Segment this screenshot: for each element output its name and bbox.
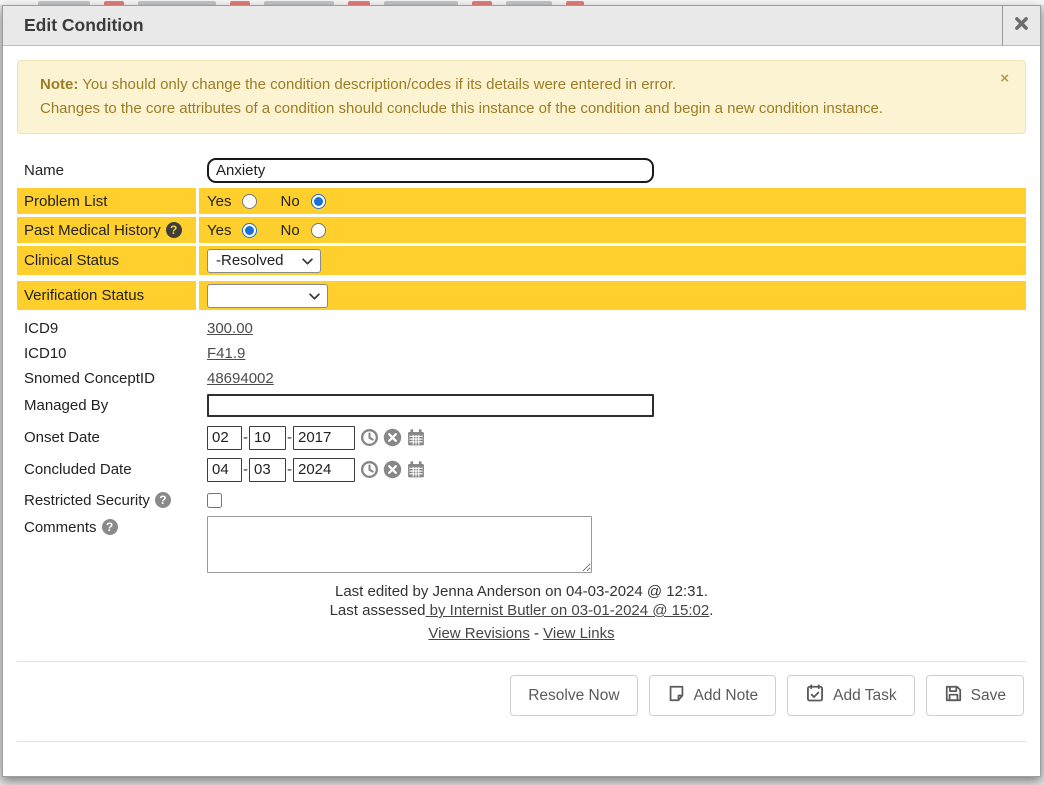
past-medical-history-help-icon[interactable]: ? xyxy=(166,222,182,238)
row-past-medical-history: Past Medical History ? Yes No xyxy=(17,217,1026,243)
problem-list-no-radio[interactable] xyxy=(311,194,326,209)
add-note-label: Add Note xyxy=(694,687,759,705)
row-icd9: ICD9 300.00 xyxy=(17,316,1026,340)
onset-calendar-icon[interactable] xyxy=(406,428,426,447)
task-calendar-check-icon xyxy=(805,683,825,708)
row-problem-list: Problem List Yes No xyxy=(17,188,1026,214)
concluded-time-clock-icon[interactable] xyxy=(360,460,379,479)
icd9-code-link[interactable]: 300.00 xyxy=(207,320,253,337)
onset-day-input[interactable] xyxy=(249,426,286,450)
warning-note-banner: Note: You should only change the conditi… xyxy=(17,60,1026,134)
problem-list-label: Problem List xyxy=(17,188,196,214)
verification-status-select[interactable] xyxy=(207,284,328,308)
comments-help-icon[interactable]: ? xyxy=(102,519,118,535)
dialog-footer-buttons: Resolve Now Add Note Add Task Save xyxy=(17,662,1026,716)
onset-date-label: Onset Date xyxy=(17,423,196,452)
dialog-body: Note: You should only change the conditi… xyxy=(3,46,1040,776)
row-restricted-security: Restricted Security ? xyxy=(17,487,1026,513)
condition-form: Name Problem List Yes No Past Medical Hi… xyxy=(17,155,1026,573)
managed-by-label: Managed By xyxy=(17,391,196,420)
save-floppy-icon xyxy=(944,684,963,708)
row-clinical-status: Clinical Status -Resolved xyxy=(17,246,1026,275)
last-assessed-link[interactable]: by Internist Butler on 03-01-2024 @ 15:0… xyxy=(425,602,709,619)
onset-clear-icon[interactable] xyxy=(383,428,402,447)
dialog-close-button[interactable] xyxy=(1002,6,1040,46)
row-name: Name xyxy=(17,155,1026,185)
row-onset-date: Onset Date - - xyxy=(17,423,1026,452)
dialog-header: Edit Condition xyxy=(3,6,1040,46)
icd10-code-link[interactable]: F41.9 xyxy=(207,345,245,362)
audit-info: Last edited by Jenna Anderson on 04-03-2… xyxy=(17,582,1026,620)
pmh-yes-label: Yes xyxy=(207,222,231,239)
restricted-security-help-icon[interactable]: ? xyxy=(155,492,171,508)
chevron-down-icon xyxy=(309,287,320,304)
clinical-status-label: Clinical Status xyxy=(17,246,196,275)
problem-list-yes-label: Yes xyxy=(207,193,231,210)
close-icon xyxy=(1013,15,1030,37)
icd9-label: ICD9 xyxy=(17,316,196,340)
onset-time-clock-icon[interactable] xyxy=(360,428,379,447)
view-links-row: View Revisions - View Links xyxy=(17,623,1026,644)
pmh-no-radio[interactable] xyxy=(311,223,326,238)
row-icd10: ICD10 F41.9 xyxy=(17,341,1026,365)
onset-year-input[interactable] xyxy=(293,426,355,450)
row-comments: Comments ? xyxy=(17,516,1026,573)
row-verification-status: Verification Status xyxy=(17,281,1026,310)
comments-textarea[interactable] xyxy=(207,516,592,573)
note-dismiss-icon[interactable]: × xyxy=(1000,71,1009,86)
add-note-button[interactable]: Add Note xyxy=(649,675,777,716)
row-managed-by: Managed By xyxy=(17,391,1026,420)
icd10-label: ICD10 xyxy=(17,341,196,365)
concluded-month-input[interactable] xyxy=(207,458,242,482)
note-line-2: Changes to the core attributes of a cond… xyxy=(40,97,985,121)
clinical-status-select[interactable]: -Resolved xyxy=(207,249,321,273)
last-edited-text: Last edited by Jenna Anderson on 04-03-2… xyxy=(17,582,1026,601)
restricted-security-checkbox[interactable] xyxy=(207,493,222,508)
past-medical-history-label: Past Medical History xyxy=(24,222,161,239)
add-task-button[interactable]: Add Task xyxy=(787,675,914,716)
comments-label: Comments xyxy=(24,519,97,536)
concluded-day-input[interactable] xyxy=(249,458,286,482)
view-revisions-link[interactable]: View Revisions xyxy=(428,625,529,642)
pmh-no-label: No xyxy=(280,222,299,239)
name-label: Name xyxy=(17,155,196,185)
save-label: Save xyxy=(971,687,1006,705)
note-page-icon xyxy=(667,684,686,708)
note-line-1: Note: You should only change the conditi… xyxy=(40,73,985,97)
pmh-yes-radio[interactable] xyxy=(242,223,257,238)
save-button[interactable]: Save xyxy=(926,675,1024,716)
resolve-now-label: Resolve Now xyxy=(528,687,619,705)
row-concluded-date: Concluded Date - - xyxy=(17,455,1026,484)
problem-list-no-label: No xyxy=(280,193,299,210)
problem-list-yes-radio[interactable] xyxy=(242,194,257,209)
resolve-now-button[interactable]: Resolve Now xyxy=(510,675,637,716)
concluded-date-label: Concluded Date xyxy=(17,455,196,484)
name-input[interactable] xyxy=(207,158,654,183)
verification-status-label: Verification Status xyxy=(17,281,196,310)
snomed-label: Snomed ConceptID xyxy=(17,366,196,390)
add-task-label: Add Task xyxy=(833,687,896,705)
managed-by-input[interactable] xyxy=(207,394,654,417)
concluded-year-input[interactable] xyxy=(293,458,355,482)
bottom-divider xyxy=(17,741,1026,742)
restricted-security-label: Restricted Security xyxy=(24,492,150,509)
view-links-link[interactable]: View Links xyxy=(543,625,614,642)
snomed-code-link[interactable]: 48694002 xyxy=(207,370,274,387)
concluded-calendar-icon[interactable] xyxy=(406,460,426,479)
concluded-clear-icon[interactable] xyxy=(383,460,402,479)
row-snomed: Snomed ConceptID 48694002 xyxy=(17,366,1026,390)
last-assessed-text: Last assessed by Internist Butler on 03-… xyxy=(17,601,1026,620)
edit-condition-dialog: Edit Condition Note: You should only cha… xyxy=(2,5,1041,777)
dialog-title: Edit Condition xyxy=(3,15,1002,36)
chevron-down-icon xyxy=(302,252,313,269)
onset-month-input[interactable] xyxy=(207,426,242,450)
